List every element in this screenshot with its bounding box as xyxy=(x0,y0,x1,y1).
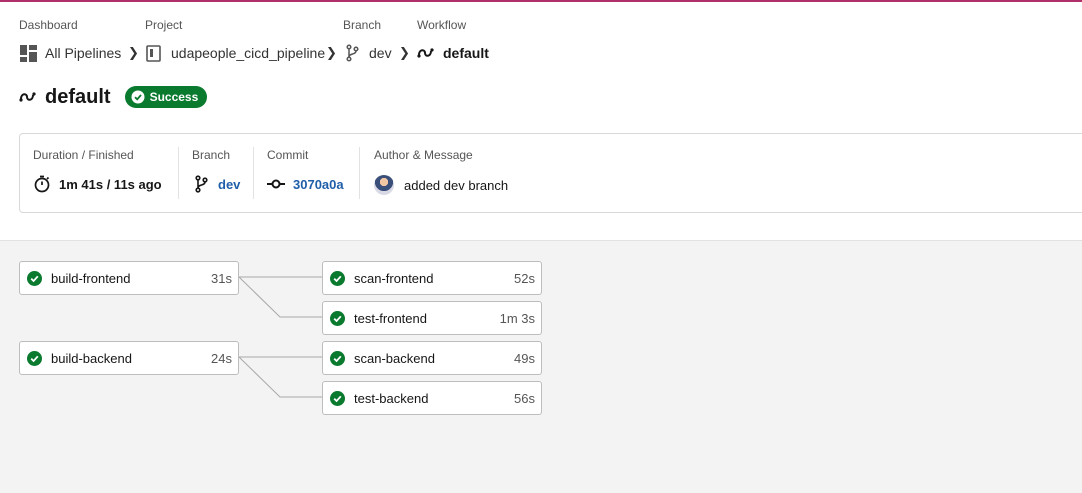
job-name: build-frontend xyxy=(51,270,131,286)
job-duration: 56s xyxy=(514,390,535,406)
workflow-icon xyxy=(19,88,37,106)
job-name: scan-backend xyxy=(354,350,435,366)
breadcrumb-project-value: udapeople_cicd_pipeline xyxy=(171,45,326,61)
page-title: default xyxy=(45,86,111,108)
job-name: scan-frontend xyxy=(354,270,434,286)
success-check-icon xyxy=(330,350,345,366)
job-test-backend[interactable]: test-backend 56s xyxy=(322,381,542,415)
commit-icon xyxy=(267,175,285,193)
breadcrumb-dashboard-value: All Pipelines xyxy=(45,45,122,61)
job-build-frontend[interactable]: build-frontend 31s xyxy=(19,261,239,295)
breadcrumb-workflow-value: default xyxy=(443,45,489,61)
job-scan-backend[interactable]: scan-backend 49s xyxy=(322,341,542,375)
dependency-line xyxy=(238,356,322,398)
summary-author-label: Author & Message xyxy=(374,148,473,162)
summary-commit-value-row: 3070a0a xyxy=(267,175,344,193)
summary-duration-value-row: 1m 41s / 11s ago xyxy=(33,175,162,193)
job-duration: 31s xyxy=(211,270,232,286)
status-badge-label: Success xyxy=(149,90,199,104)
summary-branch-value-row: dev xyxy=(192,175,240,193)
summary-commit-label: Commit xyxy=(267,148,309,162)
repo-icon xyxy=(145,44,163,62)
summary-commit: Commit 3070a0a xyxy=(267,148,344,202)
summary-branch-label: Branch xyxy=(192,148,231,162)
summary-author: Author & Message added dev branch xyxy=(374,148,508,202)
job-duration: 49s xyxy=(514,350,535,366)
summary-duration-value: 1m 41s / 11s ago xyxy=(59,176,162,192)
status-badge: Success xyxy=(124,86,208,108)
summary-author-value-row: added dev branch xyxy=(374,175,508,195)
workflow-icon xyxy=(417,44,435,62)
breadcrumb-all-pipelines-link[interactable]: All Pipelines xyxy=(19,44,121,62)
stopwatch-icon xyxy=(33,175,51,193)
chevron-right-icon: ❯ xyxy=(326,45,337,60)
success-check-icon xyxy=(330,390,345,406)
chevron-right-icon: ❯ xyxy=(399,45,410,60)
avatar xyxy=(374,175,394,195)
top-accent-bar xyxy=(0,0,1082,2)
success-check-icon xyxy=(27,270,42,286)
summary-duration: Duration / Finished 1m 41s / 11s ago xyxy=(33,148,162,202)
job-duration: 1m 3s xyxy=(499,310,535,326)
breadcrumb-project-label: Project xyxy=(145,18,183,32)
dependency-line xyxy=(238,276,322,318)
breadcrumb-branch-value: dev xyxy=(369,45,392,61)
dashboard-icon xyxy=(19,44,37,62)
check-circle-icon xyxy=(131,90,145,104)
job-build-backend[interactable]: build-backend 24s xyxy=(19,341,239,375)
summary-duration-label: Duration / Finished xyxy=(33,148,134,162)
summary-branch-link[interactable]: dev xyxy=(218,177,240,192)
breadcrumb-branch-label: Branch xyxy=(343,18,382,32)
job-duration: 24s xyxy=(211,350,232,366)
branch-icon xyxy=(343,44,361,62)
divider xyxy=(253,147,254,199)
breadcrumb-workflow-link[interactable]: default xyxy=(417,44,489,62)
workflow-header: default Success xyxy=(19,86,208,108)
breadcrumb-workflow: Workflow default xyxy=(417,18,489,61)
job-test-frontend[interactable]: test-frontend 1m 3s xyxy=(322,301,542,335)
branch-icon xyxy=(192,175,210,193)
breadcrumb-project: Project udapeople_cicd_pipeline xyxy=(145,18,325,62)
breadcrumb-dashboard-label: Dashboard xyxy=(19,18,78,32)
success-check-icon xyxy=(330,270,345,286)
breadcrumb-branch: Branch dev xyxy=(343,18,392,62)
job-duration: 52s xyxy=(514,270,535,286)
summary-commit-link[interactable]: 3070a0a xyxy=(293,177,344,192)
job-name: test-backend xyxy=(354,390,429,406)
chevron-right-icon: ❯ xyxy=(128,45,139,60)
divider xyxy=(178,147,179,199)
workflow-summary-card: Duration / Finished 1m 41s / 11s ago Bra… xyxy=(19,133,1082,213)
job-name: test-frontend xyxy=(354,310,427,326)
commit-message: added dev branch xyxy=(404,177,509,193)
divider xyxy=(359,147,360,199)
workflow-graph: build-frontend 31s scan-frontend 52s tes… xyxy=(0,240,1082,493)
breadcrumb-branch-link[interactable]: dev xyxy=(343,44,392,62)
job-name: build-backend xyxy=(51,350,132,366)
success-check-icon xyxy=(330,310,345,326)
success-check-icon xyxy=(27,350,42,366)
breadcrumb-dashboard: Dashboard All Pipelines xyxy=(19,18,121,62)
summary-branch: Branch dev xyxy=(192,148,240,202)
breadcrumb-workflow-label: Workflow xyxy=(417,18,467,32)
breadcrumb-project-link[interactable]: udapeople_cicd_pipeline xyxy=(145,44,325,62)
job-scan-frontend[interactable]: scan-frontend 52s xyxy=(322,261,542,295)
